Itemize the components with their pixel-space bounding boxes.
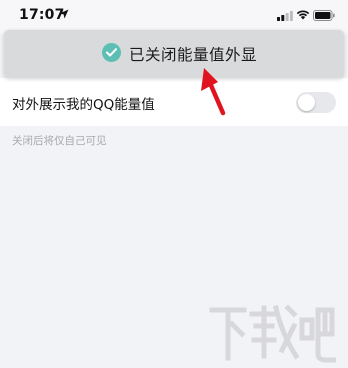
battery-icon bbox=[313, 10, 335, 21]
location-arrow-icon bbox=[59, 9, 69, 19]
toggle-knob bbox=[298, 94, 315, 111]
check-circle-icon bbox=[102, 43, 121, 62]
toast-message: 已关闭能量值外显 bbox=[129, 46, 258, 64]
status-bar: 17:07 bbox=[0, 0, 348, 34]
toast-notification: 已关闭能量值外显 bbox=[4, 30, 344, 78]
show-energy-toggle[interactable] bbox=[296, 92, 336, 113]
wifi-icon bbox=[296, 10, 310, 20]
show-energy-setting-label: 对外展示我的QQ能量值 bbox=[12, 97, 155, 113]
helper-text: 关闭后将仅自己可见 bbox=[12, 135, 107, 147]
red-arrow-annotation-icon bbox=[201, 68, 226, 116]
watermark-logo-icon bbox=[209, 304, 336, 363]
signal-icon bbox=[277, 11, 293, 21]
status-time: 17:07 bbox=[19, 7, 65, 23]
